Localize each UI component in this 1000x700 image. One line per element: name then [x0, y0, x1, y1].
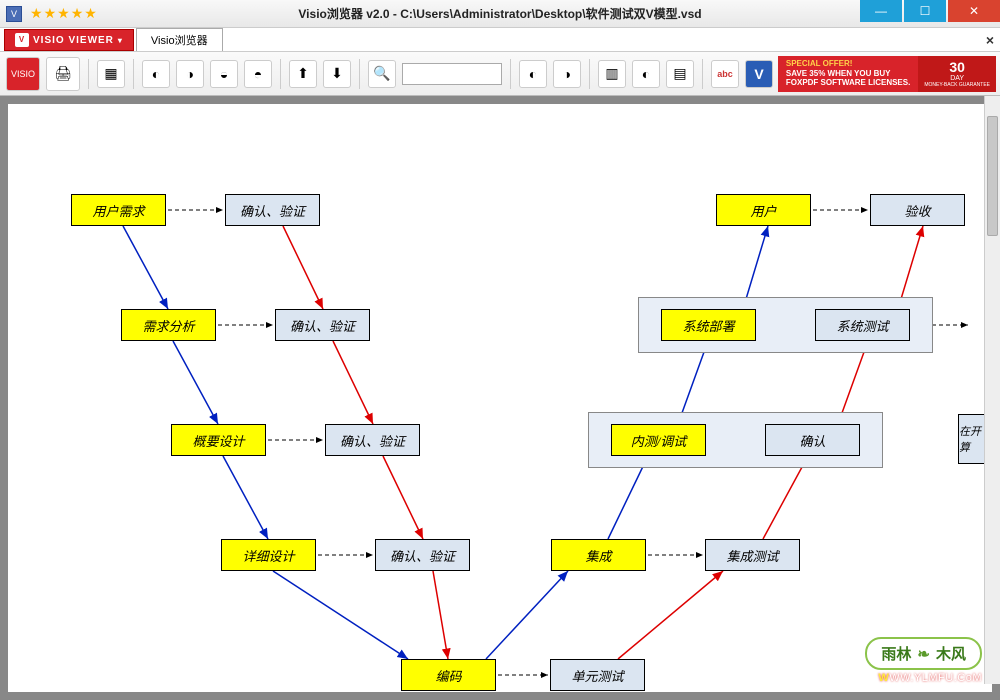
node-integration: 集成 — [551, 539, 646, 571]
node-detail-design: 详细设计 — [221, 539, 316, 571]
node-internal-test: 内测/调试 — [611, 424, 706, 456]
star-icon: ★ — [57, 5, 70, 22]
star-icon: ★ — [71, 5, 84, 22]
node-accept: 验收 — [870, 194, 965, 226]
ad-badge-num: 30 — [924, 59, 990, 75]
ad-banner[interactable]: SPECIAL OFFER! SAVE 35% WHEN YOU BUY FOX… — [778, 56, 996, 92]
tool-button-1[interactable]: ◐ — [519, 60, 547, 88]
star-icon: ★ — [44, 5, 57, 22]
scrollbar-thumb[interactable] — [987, 116, 998, 236]
maximize-button[interactable]: ☐ — [904, 0, 946, 22]
tab-close-button[interactable]: × — [986, 32, 994, 48]
chart-button-3[interactable]: ◒ — [210, 60, 238, 88]
node-user-req: 用户需求 — [71, 194, 166, 226]
arrow-down-icon: ⬇ — [331, 65, 343, 82]
brand-icon: V — [15, 33, 29, 47]
nav-down-button[interactable]: ⬇ — [323, 60, 351, 88]
tool-button-2[interactable]: ◑ — [553, 60, 581, 88]
visio-button[interactable]: V — [745, 60, 773, 88]
node-unit-test: 单元测试 — [550, 659, 645, 691]
ad-line3: FOXPDF SOFTWARE LICENSES. — [786, 78, 910, 88]
brand-label: VISIO VIEWER — [33, 35, 114, 46]
separator — [702, 59, 703, 89]
app-icon: V — [6, 6, 22, 22]
titlebar: V ★ ★ ★ ★ ★ Visio浏览器 v2.0 - C:\Users\Adm… — [0, 0, 1000, 28]
window-controls: — ☐ ✕ — [860, 0, 1000, 28]
node-integration-test: 集成测试 — [705, 539, 800, 571]
separator — [589, 59, 590, 89]
view-button[interactable]: ▦ — [97, 60, 125, 88]
separator — [510, 59, 511, 89]
zoom-input[interactable] — [402, 63, 502, 85]
ad-line1: SPECIAL OFFER! — [786, 59, 910, 69]
nav-up-button[interactable]: ⬆ — [289, 60, 317, 88]
arrow-up-icon: ⬆ — [297, 65, 309, 82]
separator — [133, 59, 134, 89]
close-button[interactable]: ✕ — [948, 0, 1000, 22]
rating-stars: ★ ★ ★ ★ ★ — [30, 5, 97, 22]
diagram-canvas[interactable]: 用户需求 确认、验证 需求分析 确认、验证 概要设计 确认、验证 详细设计 确认… — [8, 104, 992, 692]
canvas-area: 用户需求 确认、验证 需求分析 确认、验证 概要设计 确认、验证 详细设计 确认… — [0, 96, 1000, 700]
ad-badge-small: MONEY-BACK GUARANTEE — [924, 82, 990, 88]
star-icon: ★ — [30, 5, 43, 22]
ad-line2: SAVE 35% WHEN YOU BUY — [786, 69, 910, 79]
chart-button-2[interactable]: ◑ — [176, 60, 204, 88]
node-coding: 编码 — [401, 659, 496, 691]
tool-button-4[interactable]: ◐ — [632, 60, 660, 88]
abc-button[interactable]: abc — [711, 60, 739, 88]
minimize-button[interactable]: — — [860, 0, 902, 22]
chevron-down-icon: ▾ — [118, 36, 123, 45]
tool-button-3[interactable]: ▥ — [598, 60, 626, 88]
zoom-button[interactable]: 🔍 — [368, 60, 396, 88]
print-button[interactable]: 🖨 — [46, 57, 80, 91]
ad-badge-day: DAY — [924, 75, 990, 82]
ad-badge: 30 DAY MONEY-BACK GUARANTEE — [918, 56, 996, 92]
chart-button-1[interactable]: ◐ — [142, 60, 170, 88]
brand-tab[interactable]: V VISIO VIEWER ▾ — [4, 29, 134, 51]
node-verify-2: 确认、验证 — [275, 309, 370, 341]
node-user: 用户 — [716, 194, 811, 226]
node-verify-3: 确认、验证 — [325, 424, 420, 456]
separator — [88, 59, 89, 89]
separator — [359, 59, 360, 89]
node-system-test: 系统测试 — [815, 309, 910, 341]
node-verify-4: 确认、验证 — [375, 539, 470, 571]
document-tab[interactable]: Visio浏览器 — [136, 28, 223, 51]
diagram-edges — [8, 104, 992, 692]
chart-button-4[interactable]: ◓ — [244, 60, 272, 88]
open-button[interactable]: VISIO — [6, 57, 40, 91]
node-req-analysis: 需求分析 — [121, 309, 216, 341]
vertical-scrollbar[interactable] — [984, 96, 1000, 684]
node-deploy: 系统部署 — [661, 309, 756, 341]
tool-button-5[interactable]: ▤ — [666, 60, 694, 88]
star-icon: ★ — [84, 5, 97, 22]
separator — [280, 59, 281, 89]
window-title: Visio浏览器 v2.0 - C:\Users\Administrator\D… — [298, 5, 701, 22]
node-outline-design: 概要设计 — [171, 424, 266, 456]
search-icon: 🔍 — [373, 65, 390, 82]
node-confirm: 确认 — [765, 424, 860, 456]
node-verify-1: 确认、验证 — [225, 194, 320, 226]
tab-bar: V VISIO VIEWER ▾ Visio浏览器 × — [0, 28, 1000, 52]
ad-text: SPECIAL OFFER! SAVE 35% WHEN YOU BUY FOX… — [778, 56, 918, 92]
toolbar: VISIO 🖨 ▦ ◐ ◑ ◒ ◓ ⬆ ⬇ 🔍 ◐ ◑ ▥ ◐ ▤ abc V … — [0, 52, 1000, 96]
